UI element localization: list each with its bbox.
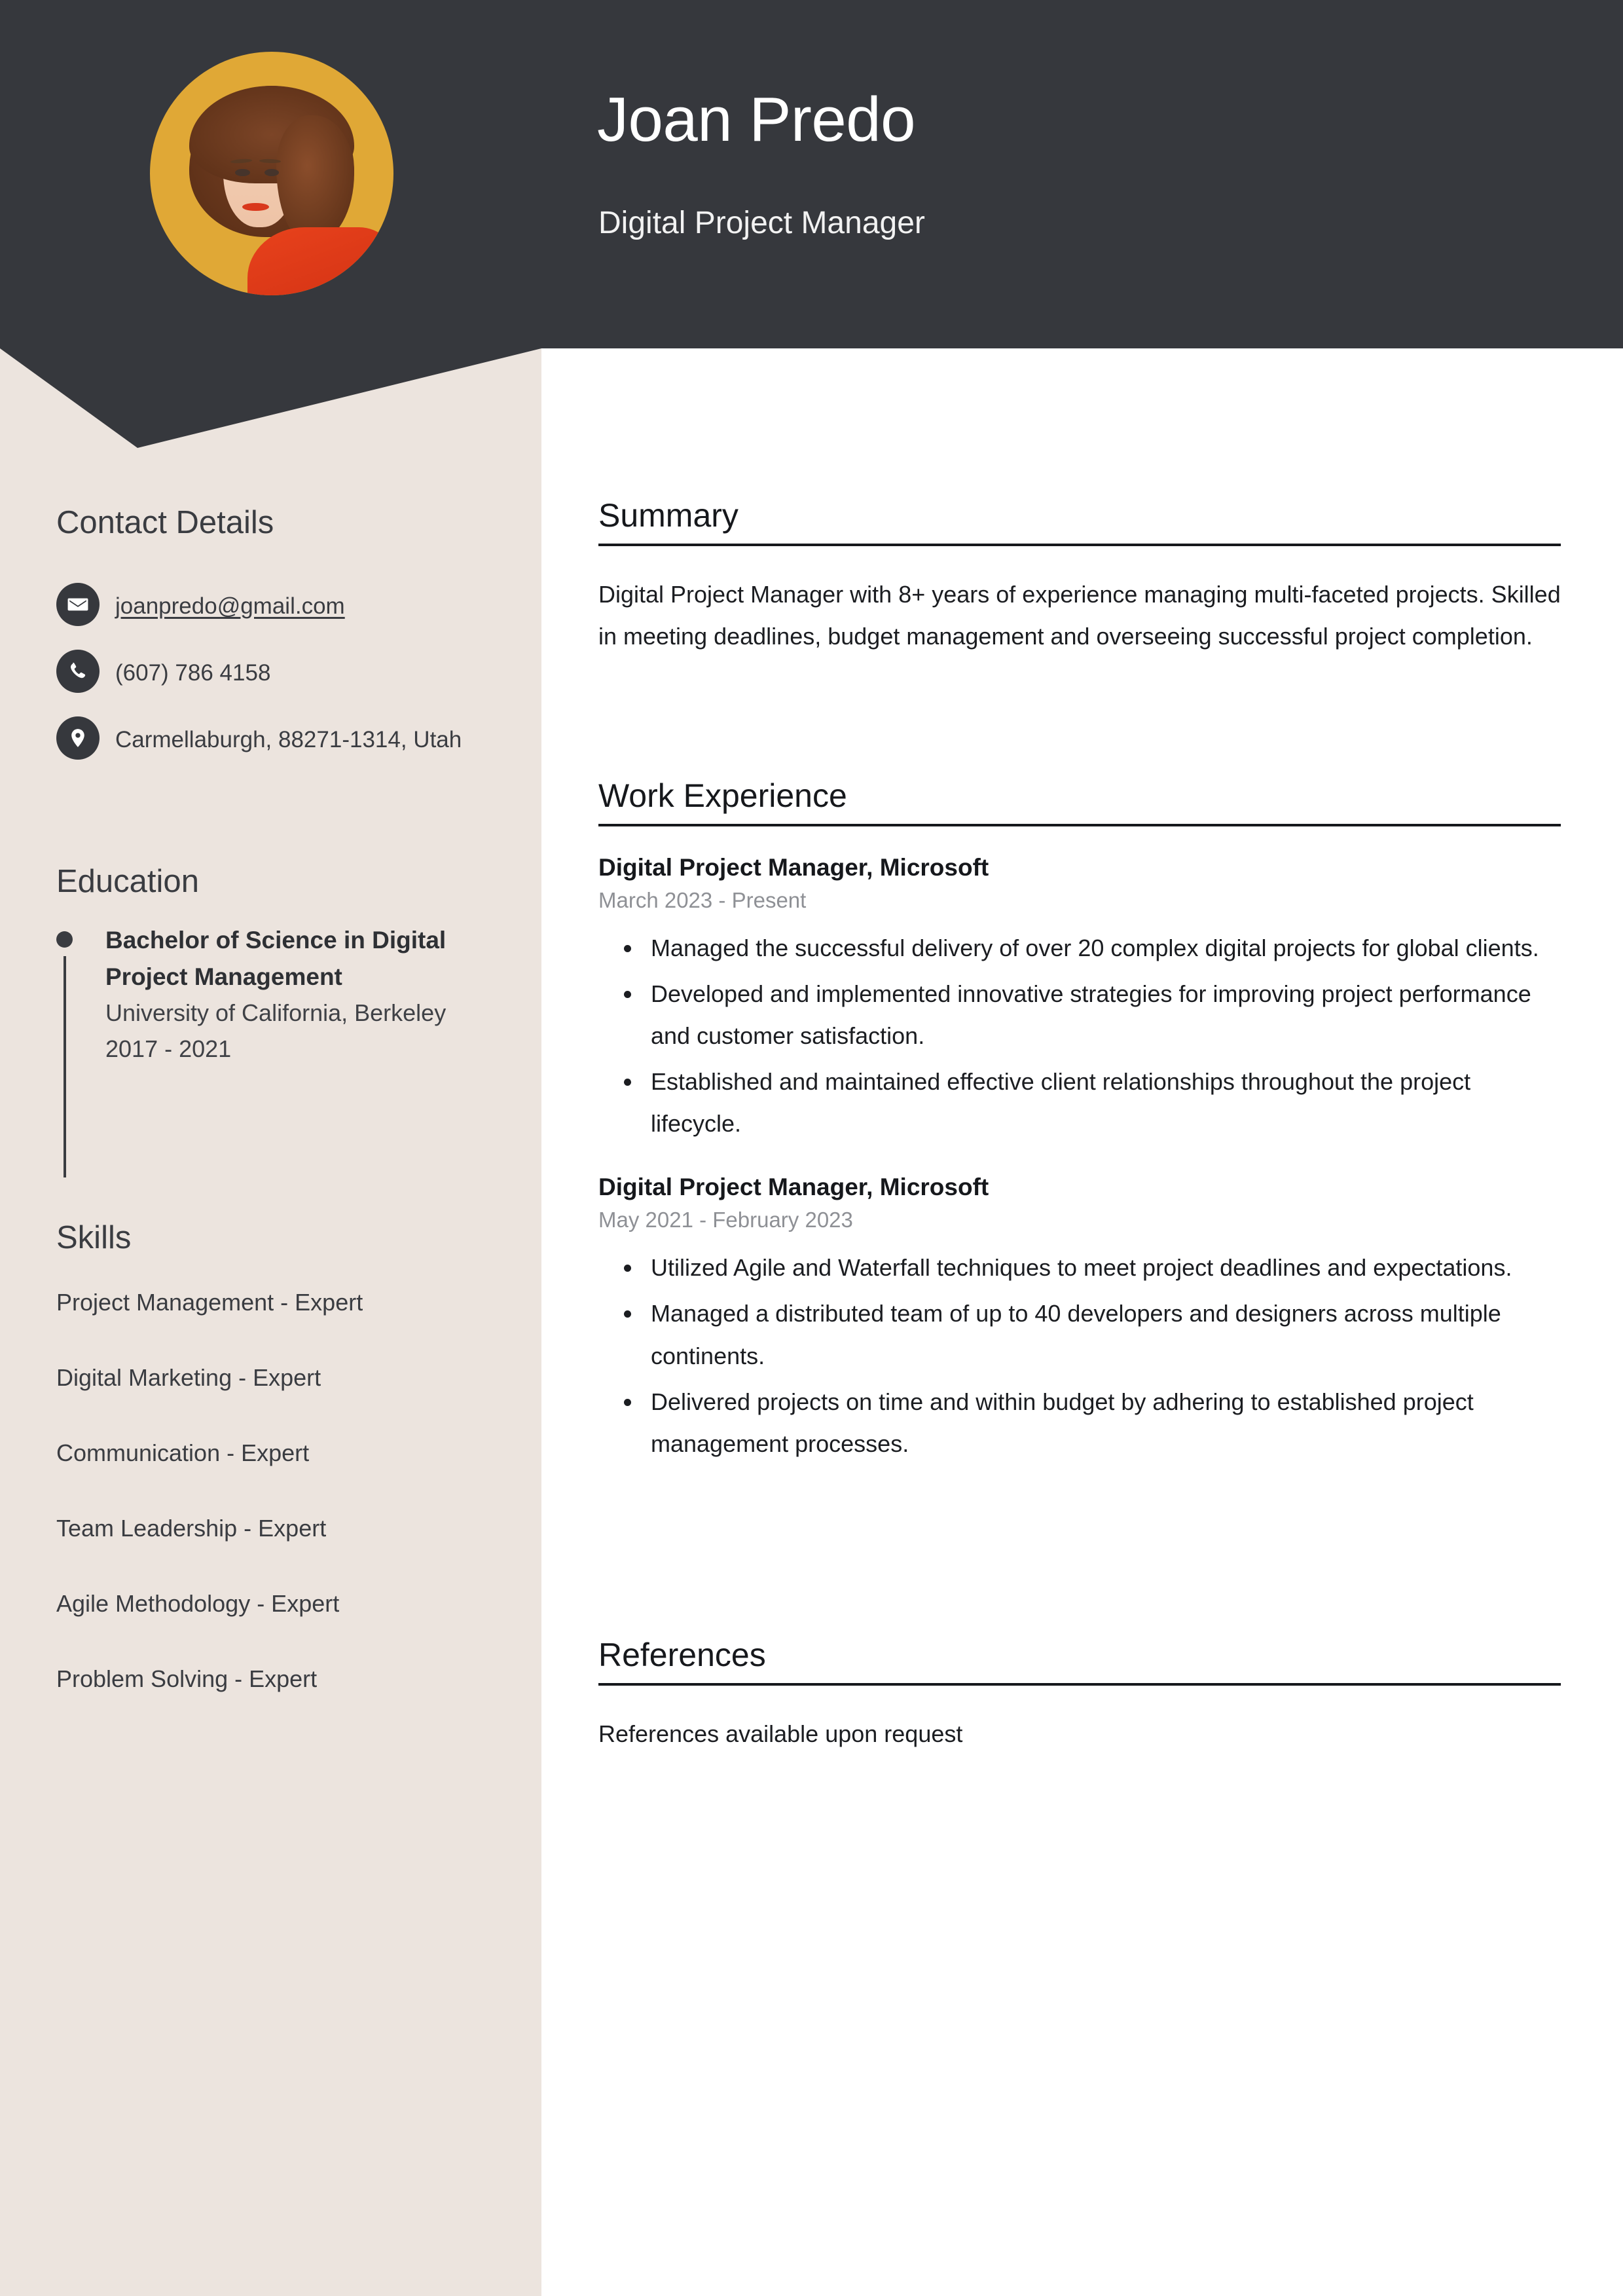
education-timeline-line xyxy=(64,956,66,1177)
job-title-subtitle: Digital Project Manager xyxy=(598,206,925,240)
skills-heading: Skills xyxy=(56,1220,132,1255)
skill-item: Communication - Expert xyxy=(56,1439,310,1466)
contact-details-heading: Contact Details xyxy=(56,505,274,540)
contact-phone-value[interactable]: (607) 786 4158 xyxy=(115,650,270,692)
job-dates: March 2023 - Present xyxy=(598,888,807,912)
references-divider xyxy=(598,1683,1561,1686)
page-title: Joan Predo xyxy=(597,84,916,155)
phone-icon xyxy=(56,650,100,693)
contact-email-value[interactable]: joanpredo@gmail.com xyxy=(115,583,345,625)
summary-body: Digital Project Manager with 8+ years of… xyxy=(598,581,1561,650)
envelope-icon xyxy=(56,583,100,626)
references-body: References available upon request xyxy=(598,1720,963,1747)
sidebar: Contact Details joanpredo@gmail.com (607… xyxy=(0,0,541,2296)
job-bullet: Utilized Agile and Waterfall techniques … xyxy=(643,1247,1561,1289)
education-item: Bachelor of Science in Digital Project M… xyxy=(56,922,501,1177)
job-bullet: Managed the successful delivery of over … xyxy=(643,927,1561,969)
education-bullet-dot xyxy=(56,931,73,948)
job-bullet: Established and maintained effective cli… xyxy=(643,1061,1561,1145)
skills-list: Project Management - Expert Digital Mark… xyxy=(56,1289,515,1741)
job-bullet: Delivered projects on time and within bu… xyxy=(643,1381,1561,1465)
work-experience-divider xyxy=(598,824,1561,826)
job-title: Digital Project Manager, Microsoft xyxy=(598,854,989,881)
education-degree: Bachelor of Science in Digital Project M… xyxy=(105,927,447,991)
skill-item: Project Management - Expert xyxy=(56,1289,363,1316)
education-item-body: Bachelor of Science in Digital Project M… xyxy=(105,922,501,1067)
job-bullet: Managed a distributed team of up to 40 d… xyxy=(643,1293,1561,1377)
work-experience-heading: Work Experience xyxy=(598,777,847,814)
education-heading: Education xyxy=(56,864,199,899)
skill-item: Agile Methodology - Expert xyxy=(56,1590,340,1617)
contact-item-phone[interactable]: (607) 786 4158 xyxy=(56,650,488,693)
job-bullet-list: Utilized Agile and Waterfall techniques … xyxy=(598,1247,1561,1464)
job-dates: May 2021 - February 2023 xyxy=(598,1208,853,1232)
work-experience-section: Work Experience Digital Project Manager,… xyxy=(598,777,1561,1494)
job-bullet-list: Managed the successful delivery of over … xyxy=(598,927,1561,1145)
skill-item: Digital Marketing - Expert xyxy=(56,1364,321,1391)
skill-item: Team Leadership - Expert xyxy=(56,1515,327,1542)
education-school: University of California, Berkeley xyxy=(105,999,447,1027)
contact-address-value[interactable]: Carmellaburgh, 88271-1314, Utah xyxy=(115,716,462,759)
location-pin-icon xyxy=(56,716,100,760)
job-entry: Digital Project Manager, Microsoft March… xyxy=(598,854,1561,1145)
summary-heading: Summary xyxy=(598,497,739,534)
job-bullet: Developed and implemented innovative str… xyxy=(643,973,1561,1057)
job-title: Digital Project Manager, Microsoft xyxy=(598,1174,989,1201)
contact-details-list: joanpredo@gmail.com (607) 786 4158 Carme… xyxy=(56,583,488,783)
job-entry: Digital Project Manager, Microsoft May 2… xyxy=(598,1174,1561,1464)
contact-item-email[interactable]: joanpredo@gmail.com xyxy=(56,583,488,626)
skill-item: Problem Solving - Expert xyxy=(56,1665,318,1692)
references-section: References References available upon req… xyxy=(598,1636,1561,1755)
references-heading: References xyxy=(598,1637,766,1673)
education-dates: 2017 - 2021 xyxy=(105,1035,232,1063)
summary-section: Summary Digital Project Manager with 8+ … xyxy=(598,496,1561,657)
main-content: Summary Digital Project Manager with 8+ … xyxy=(598,0,1623,2296)
contact-item-address[interactable]: Carmellaburgh, 88271-1314, Utah xyxy=(56,716,488,760)
summary-divider xyxy=(598,544,1561,546)
